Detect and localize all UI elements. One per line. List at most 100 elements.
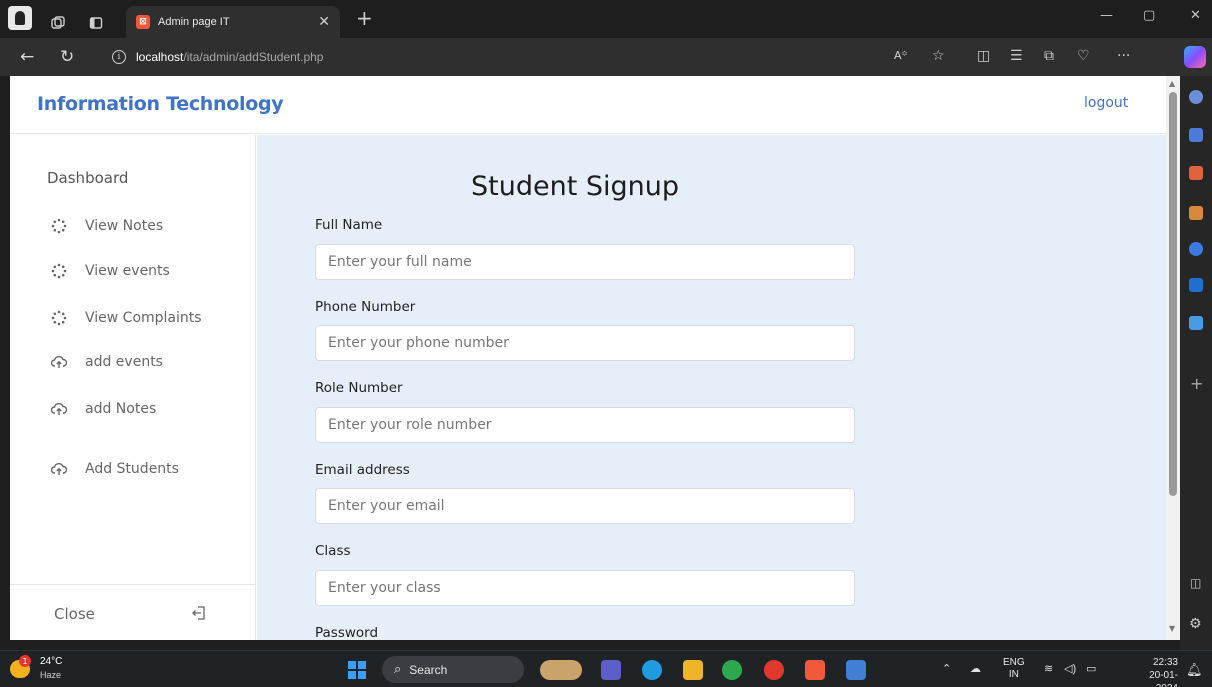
battery-icon[interactable]: ▭ (1086, 662, 1096, 675)
xampp-icon[interactable] (805, 660, 825, 680)
system-clock[interactable]: 22:33 20-01-2024 (1134, 656, 1178, 687)
photos-icon[interactable] (846, 660, 866, 680)
back-icon[interactable]: ← (20, 47, 34, 67)
file-explorer-icon[interactable] (683, 660, 703, 680)
volume-icon[interactable]: ◁) (1064, 662, 1076, 675)
favorites-icon[interactable]: ☰ (1010, 48, 1023, 64)
microsoft-365-icon[interactable] (1189, 242, 1203, 256)
loader-icon (50, 217, 68, 235)
sidebar-item-label: add Notes (85, 401, 157, 417)
url-path: /ita/admin/addStudent.php (183, 50, 324, 64)
top-navbar: Information Technology logout (10, 76, 1166, 134)
add-sidebar-app-icon[interactable]: + (1190, 374, 1203, 393)
email-label: Email address (315, 462, 410, 478)
role-number-input[interactable] (315, 407, 855, 443)
split-screen-icon[interactable]: ◫ (977, 48, 990, 64)
scroll-down-icon[interactable]: ▼ (1169, 624, 1175, 633)
read-aloud-icon[interactable]: A꙳ (894, 48, 908, 63)
web-page: Information Technology logout Dashboard … (10, 76, 1166, 640)
logout-link[interactable]: logout (1084, 95, 1128, 111)
shopping-tag-icon[interactable] (1189, 128, 1203, 142)
cloud-upload-icon (50, 460, 68, 478)
scroll-thumb[interactable] (1169, 92, 1177, 496)
cloud-upload-icon (50, 353, 68, 371)
brand-title[interactable]: Information Technology (37, 93, 284, 115)
wifi-icon[interactable]: ≋ (1044, 662, 1053, 675)
browser-tab-active[interactable]: ⊠ Admin page IT ✕ (126, 6, 340, 38)
tools-icon[interactable] (1189, 166, 1203, 180)
collections-icon[interactable]: ⧉ (1044, 48, 1054, 64)
profile-icon[interactable] (8, 6, 32, 30)
password-label: Password (315, 625, 379, 640)
scroll-up-icon[interactable]: ▲ (1169, 79, 1175, 88)
clock-date: 20-01-2024 (1149, 670, 1178, 687)
sidebar-item-label: View Notes (85, 218, 164, 234)
phone-number-label: Phone Number (315, 299, 416, 315)
role-number-label: Role Number (315, 380, 403, 396)
clock-time: 22:33 (1152, 657, 1178, 668)
email-input[interactable] (315, 488, 855, 524)
page-scrollbar[interactable]: ▲ ▼ (1166, 76, 1180, 640)
url-field[interactable]: i localhost /ita/admin/addStudent.php (100, 43, 880, 71)
full-name-input[interactable] (315, 244, 855, 280)
weather-temperature[interactable]: 24°C (40, 656, 62, 667)
search-icon[interactable] (1189, 90, 1203, 104)
tab-actions-icon[interactable] (82, 9, 110, 37)
site-info-icon[interactable]: i (112, 50, 126, 64)
class-input[interactable] (315, 570, 855, 606)
chrome-icon[interactable] (764, 660, 784, 680)
workspaces-icon[interactable] (44, 9, 72, 37)
restore-icon[interactable]: ▢ (1143, 8, 1155, 23)
sidebar-item-view-notes[interactable]: View Notes (50, 217, 163, 235)
language-indicator[interactable]: ENG IN (1003, 657, 1025, 681)
notifications-bell-icon[interactable]: 🔔︎ (1186, 662, 1203, 678)
games-icon[interactable] (1189, 206, 1203, 220)
show-hidden-icons-icon[interactable]: ⌃ (942, 662, 951, 675)
taskbar-search-label: Search (409, 662, 448, 677)
sidebar-item-label: add events (85, 354, 163, 370)
weather-description[interactable]: Haze (40, 670, 61, 680)
window-close-icon[interactable]: ✕ (1190, 8, 1201, 23)
drop-icon[interactable] (1189, 316, 1203, 330)
sidebar-item-label: Add Students (85, 461, 179, 477)
full-name-label: Full Name (315, 217, 383, 233)
windows-start-icon[interactable] (348, 661, 366, 679)
search-icon: ⌕ (394, 662, 402, 677)
new-tab-icon[interactable]: + (356, 8, 373, 28)
sidebar-title[interactable]: Dashboard (47, 169, 128, 187)
taskbar-search[interactable]: ⌕ Search (382, 656, 524, 683)
url-host: localhost (136, 50, 184, 64)
sidebar-item-add-events[interactable]: add events (50, 353, 163, 371)
refresh-icon[interactable]: ↻ (60, 47, 74, 67)
cloud-upload-icon (50, 400, 68, 418)
onedrive-icon[interactable]: ☁ (970, 662, 981, 675)
sidebar-item-label: View events (85, 263, 170, 279)
sidebar: Dashboard View Notes View events View Co… (10, 135, 256, 640)
favorite-star-icon[interactable]: ☆ (932, 48, 945, 64)
sidebar-item-add-students[interactable]: Add Students (50, 460, 179, 478)
main-content: Student Signup Full Name Phone Number Ro… (257, 135, 1166, 640)
minimize-icon[interactable]: — (1100, 8, 1113, 23)
phone-number-input[interactable] (315, 325, 855, 361)
sign-out-icon[interactable] (191, 605, 207, 621)
tab-title: Admin page IT (158, 16, 230, 28)
loader-icon (50, 262, 68, 280)
browser-essentials-icon[interactable]: ♡ (1077, 48, 1090, 64)
form-title: Student Signup (471, 171, 680, 202)
widgets-icon[interactable] (540, 660, 582, 680)
sidebar-item-view-complaints[interactable]: View Complaints (50, 309, 202, 327)
more-options-icon[interactable]: ··· (1117, 48, 1130, 64)
close-sidebar-label[interactable]: Close (54, 605, 95, 623)
outlook-icon[interactable] (1189, 278, 1203, 292)
copilot-preview-icon[interactable] (601, 660, 621, 680)
settings-gear-icon[interactable]: ⚙ (1189, 616, 1202, 632)
whatsapp-icon[interactable] (722, 660, 742, 680)
copilot-icon[interactable] (1184, 46, 1206, 68)
loader-icon (50, 309, 68, 327)
sidebar-item-add-notes[interactable]: add Notes (50, 400, 156, 418)
sidebar-item-view-events[interactable]: View events (50, 262, 170, 280)
hide-sidebar-icon[interactable]: ◫ (1190, 576, 1201, 590)
edge-browser-icon[interactable] (642, 660, 662, 680)
weather-badge: 1 (19, 655, 31, 667)
tab-close-icon[interactable]: ✕ (318, 14, 330, 30)
